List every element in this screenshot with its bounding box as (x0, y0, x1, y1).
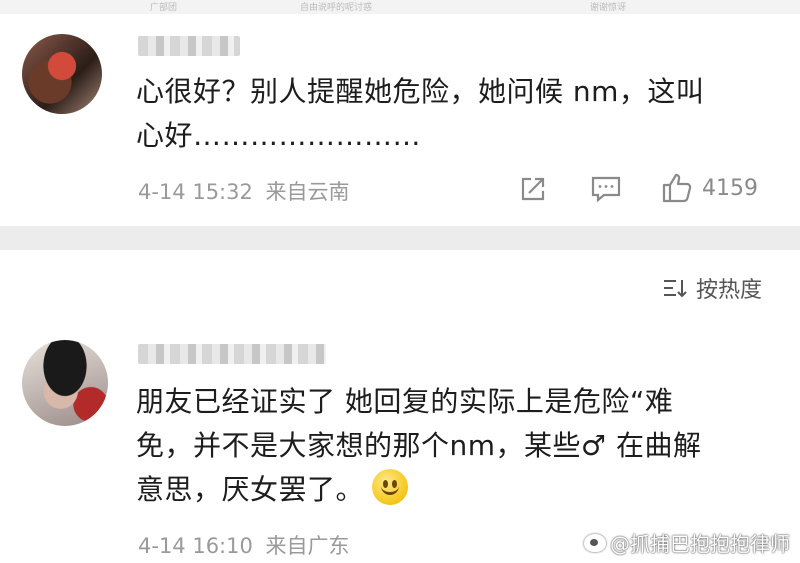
comment-location: 来自云南 (265, 180, 350, 204)
comment-text-line-with-emoji: 意思，厌女罢了。 (136, 468, 776, 512)
sort-icon (662, 277, 688, 299)
comment-text-line: 意思，厌女罢了。 (136, 473, 365, 506)
avatar[interactable] (22, 340, 108, 426)
top-strip-center-text: 自由说呼的呢讨惑 (300, 3, 373, 13)
comment-text-line: 免，并不是大家想的那个nm，某些♂ 在曲解 (136, 429, 702, 462)
comment-timestamp: 4-14 16:10 (138, 534, 253, 558)
comment-meta: 4-14 16:10 来自广东 (138, 530, 350, 560)
comment-button[interactable] (590, 174, 622, 204)
weibo-watermark: @抓捕巴抱抱抱律师 (584, 528, 790, 557)
comment-text-line: 朋友已经证实了 她回复的实际上是危险“难 (136, 385, 674, 418)
watermark-text: @抓捕巴抱抱抱律师 (610, 532, 790, 556)
share-button[interactable] (518, 174, 548, 204)
sort-label: 按热度 (695, 278, 762, 303)
comment-text: 心很好？别人提醒她危险，她问候 nm，这叫 心好…………………… (136, 70, 776, 158)
share-icon (518, 174, 548, 204)
avatar[interactable] (22, 34, 102, 114)
smile-emoji-icon (372, 469, 409, 505)
comment-text-line: 心好…………………… (136, 119, 422, 152)
username-blurred[interactable] (138, 36, 240, 56)
comment-card-1: 心很好？别人提醒她危险，她问候 nm，这叫 心好…………………… 4-14 15… (0, 14, 800, 226)
top-strip-left-text: 广部团 (150, 3, 178, 13)
comment-text: 朋友已经证实了 她回复的实际上是危险“难 免，并不是大家想的那个nm，某些♂ 在… (136, 380, 776, 512)
comment-meta: 4-14 15:32 来自云南 (138, 176, 350, 206)
comment-card-2: 按热度 朋友已经证实了 她回复的实际上是危险“难 免，并不是大家想的那个nm，某… (0, 250, 800, 563)
comment-icon (590, 174, 622, 204)
comment-text-line: 心很好？别人提醒她危险，她问候 nm，这叫 (136, 75, 705, 108)
thumbs-up-icon (660, 171, 694, 205)
comment-timestamp: 4-14 15:32 (138, 180, 253, 204)
top-status-strip: 广部团 自由说呼的呢讨惑 谢谢惊讶 (0, 0, 800, 14)
weibo-logo-icon (584, 533, 606, 552)
comment-location: 来自广东 (265, 534, 350, 558)
like-button[interactable]: 4159 (660, 171, 758, 205)
section-divider (0, 226, 800, 250)
like-count: 4159 (702, 175, 758, 201)
top-strip-right-text: 谢谢惊讶 (590, 3, 627, 13)
sort-by-hot-button[interactable]: 按热度 (662, 272, 762, 304)
username-blurred[interactable] (138, 344, 326, 364)
